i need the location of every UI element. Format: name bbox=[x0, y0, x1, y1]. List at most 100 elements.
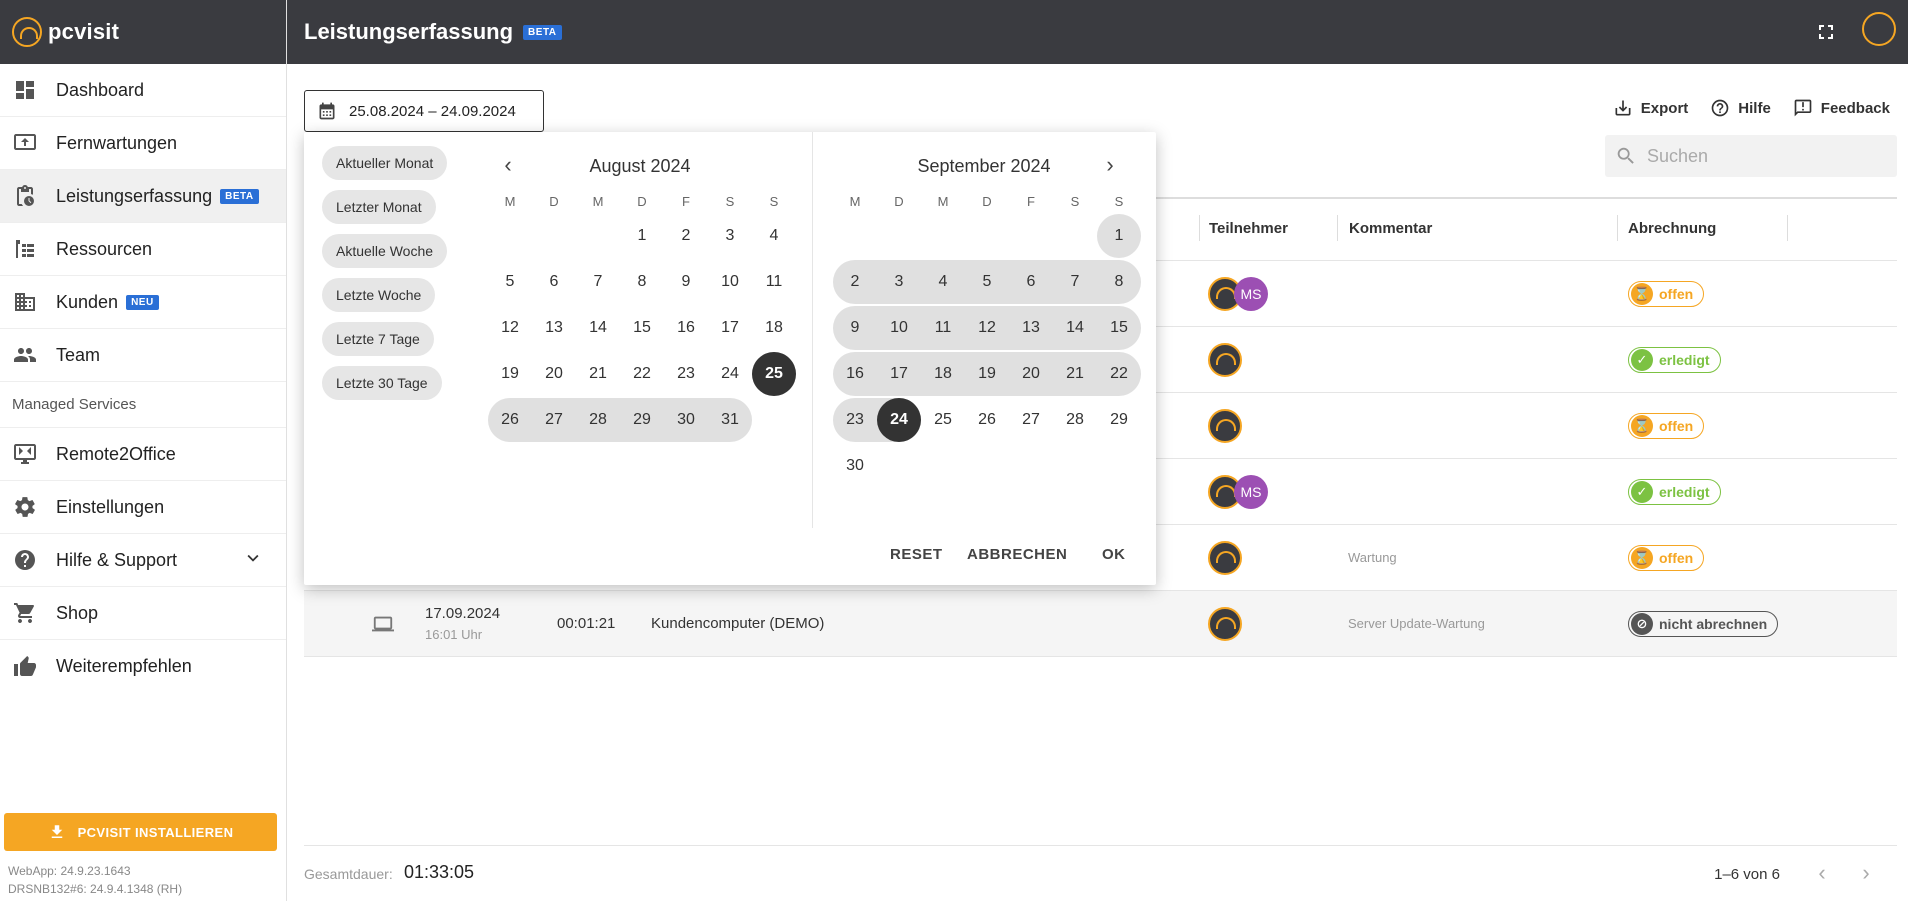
calendar-day[interactable]: 21 bbox=[576, 352, 620, 396]
preset-chip[interactable]: Aktuelle Woche bbox=[322, 234, 448, 268]
calendar-day[interactable]: 13 bbox=[1009, 306, 1053, 350]
calendar-day[interactable]: 7 bbox=[1053, 260, 1097, 304]
calendar-day[interactable]: 25 bbox=[752, 352, 796, 396]
calendar-day[interactable]: 6 bbox=[532, 260, 576, 304]
calendar-day[interactable]: 30 bbox=[664, 398, 708, 442]
calendar-day[interactable]: 17 bbox=[708, 306, 752, 350]
calendar-day[interactable]: 8 bbox=[1097, 260, 1141, 304]
calendar-day[interactable]: 23 bbox=[833, 398, 877, 442]
status-badge[interactable]: ✓ erledigt bbox=[1628, 347, 1721, 373]
calendar-day[interactable]: 13 bbox=[532, 306, 576, 350]
calendar-day[interactable]: 14 bbox=[576, 306, 620, 350]
calendar-day[interactable]: 28 bbox=[576, 398, 620, 442]
sidebar-item-leistungserfassung[interactable]: Leistungserfassung BETA bbox=[0, 170, 286, 223]
cancel-button[interactable]: ABBRECHEN bbox=[967, 546, 1067, 563]
calendar-day[interactable]: 19 bbox=[965, 352, 1009, 396]
preset-chip[interactable]: Aktueller Monat bbox=[322, 146, 448, 180]
calendar-day[interactable]: 16 bbox=[833, 352, 877, 396]
calendar-day[interactable]: 18 bbox=[752, 306, 796, 350]
sidebar-item-ressourcen[interactable]: Ressourcen bbox=[0, 223, 286, 276]
status-badge[interactable]: ⊘ nicht abrechnen bbox=[1628, 611, 1779, 637]
calendar-day[interactable]: 6 bbox=[1009, 260, 1053, 304]
calendar-day[interactable]: 21 bbox=[1053, 352, 1097, 396]
calendar-day[interactable]: 19 bbox=[488, 352, 532, 396]
calendar-day[interactable]: 1 bbox=[1097, 214, 1141, 258]
calendar-day[interactable]: 20 bbox=[532, 352, 576, 396]
calendar-day[interactable]: 9 bbox=[833, 306, 877, 350]
calendar-day[interactable]: 26 bbox=[965, 398, 1009, 442]
calendar-day[interactable]: 10 bbox=[708, 260, 752, 304]
calendar-day[interactable]: 14 bbox=[1053, 306, 1097, 350]
calendar-day[interactable]: 8 bbox=[620, 260, 664, 304]
reset-button[interactable]: RESET bbox=[890, 546, 943, 563]
calendar-day[interactable]: 1 bbox=[620, 214, 664, 258]
install-pcvisit-button[interactable]: PCVISIT INSTALLIEREN bbox=[4, 813, 277, 851]
chevron-down-icon[interactable] bbox=[242, 547, 264, 574]
header-participants[interactable]: Teilnehmer bbox=[1209, 220, 1288, 237]
sidebar-item-shop[interactable]: Shop bbox=[0, 587, 286, 640]
calendar-day[interactable]: 7 bbox=[576, 260, 620, 304]
preset-chip[interactable]: Letzte Woche bbox=[322, 278, 436, 312]
sidebar-item-einstellungen[interactable]: Einstellungen bbox=[0, 481, 286, 534]
calendar-day[interactable]: 24 bbox=[877, 398, 921, 442]
calendar-day[interactable]: 5 bbox=[965, 260, 1009, 304]
status-badge[interactable]: ✓ erledigt bbox=[1628, 479, 1721, 505]
sidebar-item-remote2office[interactable]: Remote2Office bbox=[0, 428, 286, 481]
next-page-icon[interactable]: › bbox=[1856, 862, 1876, 886]
user-avatar[interactable] bbox=[1862, 12, 1896, 46]
sidebar-item-team[interactable]: Team bbox=[0, 329, 286, 382]
feedback-button[interactable]: Feedback bbox=[1793, 98, 1890, 118]
calendar-day[interactable]: 3 bbox=[708, 214, 752, 258]
help-button[interactable]: Hilfe bbox=[1710, 98, 1771, 118]
calendar-day[interactable]: 4 bbox=[752, 214, 796, 258]
calendar-day[interactable]: 31 bbox=[708, 398, 752, 442]
prev-month-icon[interactable]: ‹ bbox=[496, 152, 520, 178]
status-badge[interactable]: ⌛ offen bbox=[1628, 413, 1705, 439]
next-month-icon[interactable]: › bbox=[1098, 152, 1122, 178]
calendar-day[interactable]: 27 bbox=[1009, 398, 1053, 442]
preset-chip[interactable]: Letzte 7 Tage bbox=[322, 322, 434, 356]
calendar-day[interactable]: 11 bbox=[752, 260, 796, 304]
calendar-day[interactable]: 26 bbox=[488, 398, 532, 442]
calendar-day[interactable]: 5 bbox=[488, 260, 532, 304]
calendar-day[interactable]: 27 bbox=[532, 398, 576, 442]
prev-page-icon[interactable]: ‹ bbox=[1812, 862, 1832, 886]
calendar-day[interactable]: 3 bbox=[877, 260, 921, 304]
calendar-day[interactable]: 24 bbox=[708, 352, 752, 396]
sidebar-item-hilfe-support[interactable]: Hilfe & Support bbox=[0, 534, 286, 587]
calendar-day[interactable]: 28 bbox=[1053, 398, 1097, 442]
header-comment[interactable]: Kommentar bbox=[1349, 220, 1432, 237]
table-row[interactable]: 17.09.2024 16:01 Uhr 00:01:21 Kundencomp… bbox=[304, 590, 1897, 656]
calendar-day[interactable]: 10 bbox=[877, 306, 921, 350]
header-billing[interactable]: Abrechnung bbox=[1628, 220, 1716, 237]
preset-chip[interactable]: Letzter Monat bbox=[322, 190, 436, 224]
date-range-button[interactable]: 25.08.2024 – 24.09.2024 bbox=[304, 90, 544, 132]
calendar-day[interactable]: 15 bbox=[620, 306, 664, 350]
status-badge[interactable]: ⌛ offen bbox=[1628, 545, 1705, 571]
calendar-day[interactable]: 17 bbox=[877, 352, 921, 396]
sidebar-item-fernwartungen[interactable]: Fernwartungen bbox=[0, 117, 286, 170]
fullscreen-icon[interactable] bbox=[1814, 20, 1838, 44]
calendar-day[interactable]: 29 bbox=[620, 398, 664, 442]
sidebar-item-kunden[interactable]: Kunden NEU bbox=[0, 276, 286, 329]
sidebar-item-dashboard[interactable]: Dashboard bbox=[0, 64, 286, 117]
calendar-day[interactable]: 11 bbox=[921, 306, 965, 350]
calendar-day[interactable]: 2 bbox=[833, 260, 877, 304]
calendar-day[interactable]: 30 bbox=[833, 444, 877, 488]
calendar-day[interactable]: 12 bbox=[488, 306, 532, 350]
calendar-day[interactable]: 4 bbox=[921, 260, 965, 304]
calendar-day[interactable]: 29 bbox=[1097, 398, 1141, 442]
export-button[interactable]: Export bbox=[1613, 98, 1688, 118]
calendar-day[interactable]: 22 bbox=[620, 352, 664, 396]
calendar-day[interactable]: 20 bbox=[1009, 352, 1053, 396]
calendar-day[interactable]: 18 bbox=[921, 352, 965, 396]
preset-chip[interactable]: Letzte 30 Tage bbox=[322, 366, 442, 400]
calendar-day[interactable]: 2 bbox=[664, 214, 708, 258]
status-badge[interactable]: ⌛ offen bbox=[1628, 281, 1705, 307]
calendar-day[interactable]: 9 bbox=[664, 260, 708, 304]
calendar-day[interactable]: 23 bbox=[664, 352, 708, 396]
calendar-day[interactable]: 15 bbox=[1097, 306, 1141, 350]
calendar-day[interactable]: 16 bbox=[664, 306, 708, 350]
ok-button[interactable]: OK bbox=[1102, 546, 1126, 563]
calendar-day[interactable]: 12 bbox=[965, 306, 1009, 350]
